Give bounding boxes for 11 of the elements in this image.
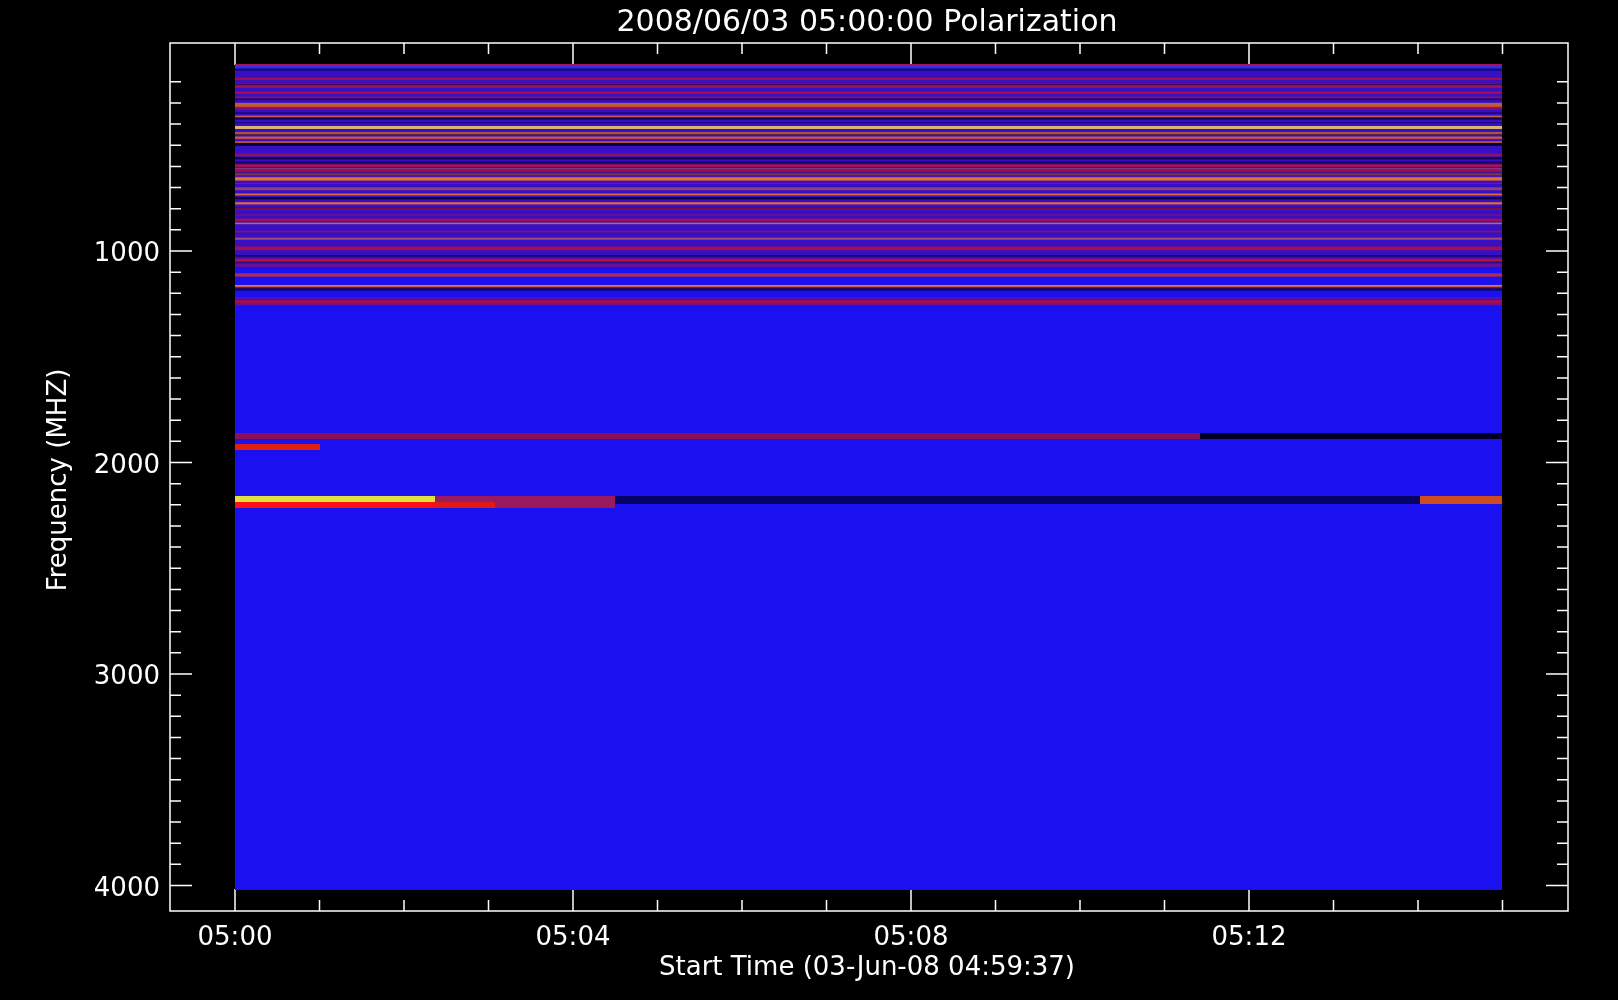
x-tick-label: 05:08 — [873, 921, 949, 951]
y-axis-label: Frequency (MHZ) — [42, 368, 72, 592]
y-tick-label: 3000 — [93, 660, 160, 690]
y-tick-label: 2000 — [93, 448, 160, 479]
x-tick-label: 05:04 — [535, 921, 611, 951]
x-tick-label: 05:12 — [1211, 921, 1287, 951]
chart-title: 2008/06/03 05:00:00 Polarization — [616, 3, 1118, 38]
x-axis-label: Start Time (03-Jun-08 04:59:37) — [659, 951, 1075, 981]
y-tick-label: 1000 — [93, 237, 160, 267]
x-tick-label: 05:00 — [197, 921, 273, 951]
y-tick-label: 4000 — [93, 871, 160, 902]
